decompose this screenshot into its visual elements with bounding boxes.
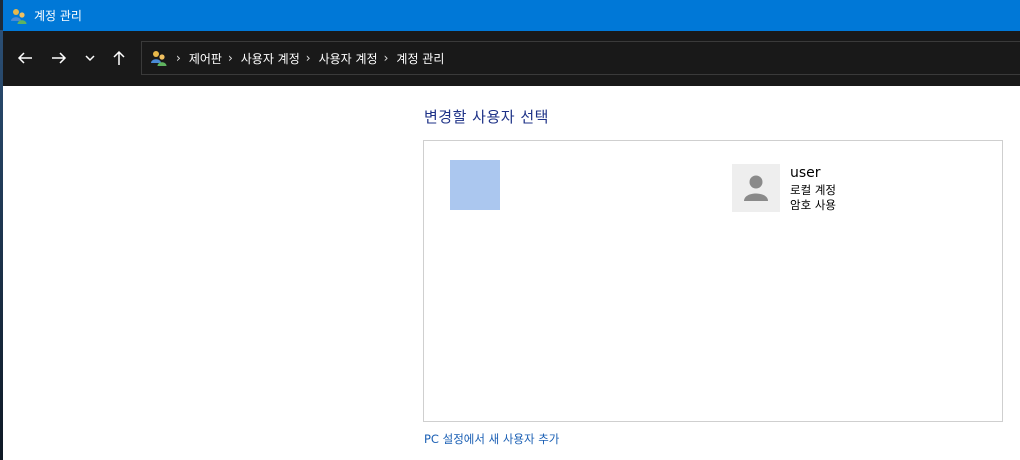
main-content: 변경할 사용자 선택 user 로컬 계정 암호 사용 PC 설정에서 새 사용… bbox=[3, 86, 1020, 460]
arrow-up-icon bbox=[113, 50, 125, 65]
user-avatar-icon bbox=[732, 164, 780, 212]
navigation-bar: › 제어판 › 사용자 계정 › 사용자 계정 › 계정 관리 bbox=[3, 31, 1020, 86]
breadcrumb-separator[interactable]: › bbox=[228, 51, 233, 65]
back-button[interactable] bbox=[12, 45, 38, 71]
breadcrumb-separator[interactable]: › bbox=[306, 51, 311, 65]
password-status: 암호 사용 bbox=[790, 198, 836, 212]
breadcrumb-separator[interactable]: › bbox=[176, 51, 181, 65]
person-icon bbox=[744, 175, 768, 201]
breadcrumb-user-accounts-sub[interactable]: 사용자 계정 bbox=[319, 50, 378, 67]
users-icon bbox=[11, 8, 27, 24]
recent-locations-button[interactable] bbox=[77, 45, 103, 71]
breadcrumb-user-accounts[interactable]: 사용자 계정 bbox=[241, 50, 300, 67]
page-title: 변경할 사용자 선택 bbox=[424, 108, 549, 126]
up-button[interactable] bbox=[106, 45, 132, 71]
user-details: user 로컬 계정 암호 사용 bbox=[790, 164, 836, 214]
forward-button[interactable] bbox=[46, 45, 72, 71]
chevron-down-icon bbox=[85, 55, 95, 62]
add-user-link[interactable]: PC 설정에서 새 사용자 추가 bbox=[424, 431, 559, 447]
users-icon bbox=[151, 51, 167, 66]
user-tile-placeholder[interactable] bbox=[450, 160, 500, 210]
breadcrumb-control-panel[interactable]: 제어판 bbox=[189, 50, 222, 67]
title-bar: 계정 관리 bbox=[3, 0, 1020, 31]
window-title: 계정 관리 bbox=[34, 9, 82, 23]
account-type: 로컬 계정 bbox=[790, 183, 836, 197]
arrow-right-icon bbox=[52, 52, 67, 64]
breadcrumb-manage-accounts[interactable]: 계정 관리 bbox=[396, 50, 444, 67]
user-tile[interactable]: user 로컬 계정 암호 사용 bbox=[732, 164, 932, 214]
address-bar[interactable]: › 제어판 › 사용자 계정 › 사용자 계정 › 계정 관리 bbox=[141, 41, 1020, 75]
breadcrumb-separator[interactable]: › bbox=[384, 51, 389, 65]
user-name: user bbox=[790, 165, 821, 181]
arrow-left-icon bbox=[17, 52, 32, 64]
user-list-panel: user 로컬 계정 암호 사용 bbox=[423, 140, 1003, 422]
